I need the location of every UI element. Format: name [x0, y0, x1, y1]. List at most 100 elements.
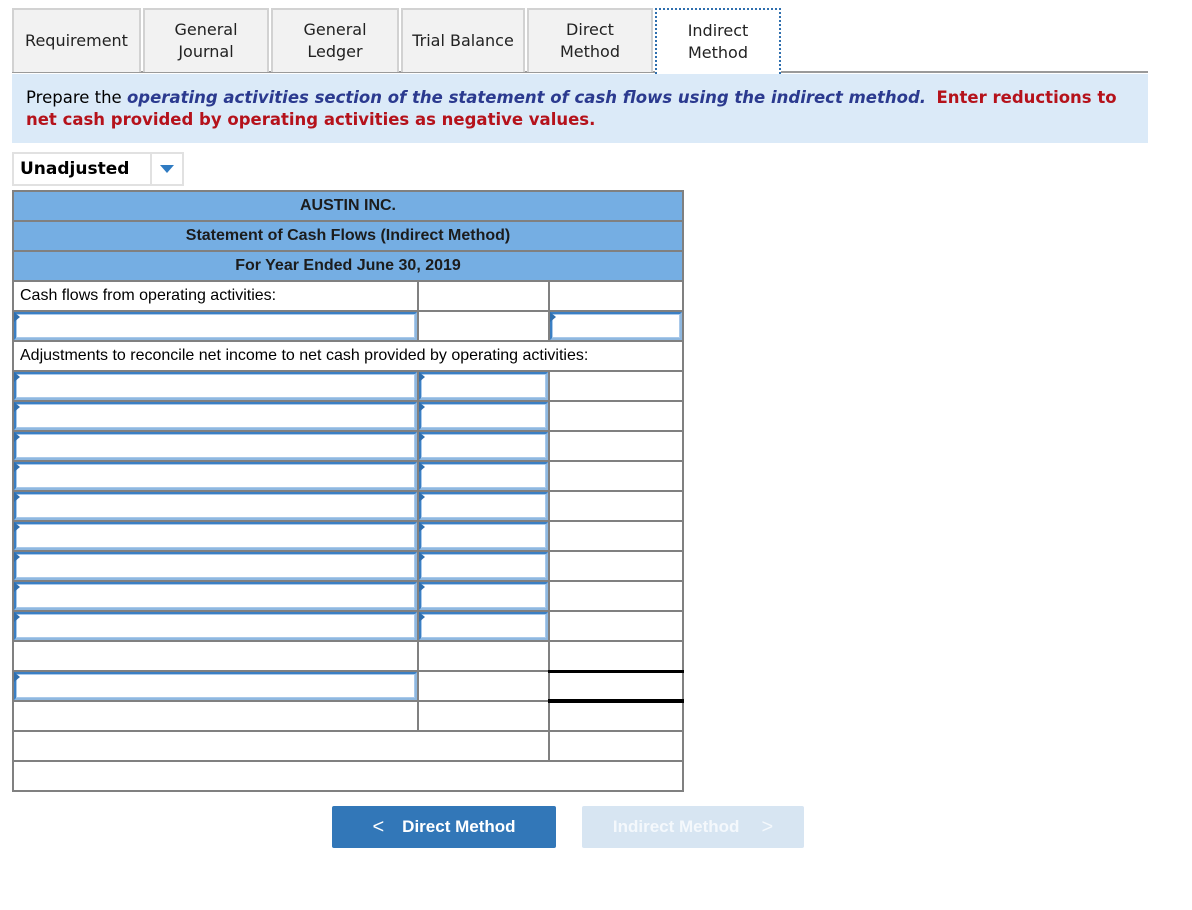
empty-cell	[548, 370, 684, 402]
next-button-label: Indirect Method	[612, 817, 740, 836]
empty-cell	[11, 730, 551, 762]
adjustment-label-field[interactable]	[16, 494, 415, 518]
adjustment-amount-input[interactable]	[418, 552, 549, 580]
empty-cell	[548, 700, 684, 732]
adjustment-label-field[interactable]	[16, 404, 415, 428]
empty-cell	[548, 550, 684, 582]
net-income-amount-field[interactable]	[552, 314, 680, 338]
adjustment-amount-input[interactable]	[418, 402, 549, 430]
adjustment-label-input[interactable]	[14, 462, 417, 490]
adjustment-amount-input[interactable]	[418, 522, 549, 550]
adjustment-row	[12, 580, 684, 612]
instruction-prefix: Prepare the	[26, 88, 127, 107]
adjustment-row	[12, 610, 684, 642]
company-name: AUSTIN INC.	[12, 190, 684, 222]
dropdown-flag-icon	[418, 492, 425, 502]
adjustment-label-input[interactable]	[14, 582, 417, 610]
empty-cell	[12, 760, 684, 792]
adjustment-row	[12, 460, 684, 492]
dropdown-flag-icon	[14, 432, 20, 442]
empty-cell	[548, 580, 684, 612]
instruction-emphasis: operating activities section of the stat…	[126, 88, 927, 107]
empty-cell	[548, 400, 684, 432]
empty-cell	[548, 490, 684, 522]
adjustment-label-field[interactable]	[16, 614, 415, 638]
table-row: Cash flows from operating activities:	[12, 280, 684, 312]
header-row: For Year Ended June 30, 2019	[12, 250, 684, 282]
next-indirect-method-button[interactable]: Indirect Method >	[582, 806, 804, 848]
statement-title: Statement of Cash Flows (Indirect Method…	[12, 220, 684, 252]
adjustment-row	[12, 430, 684, 462]
dropdown-arrow[interactable]	[150, 154, 182, 184]
adjustment-amount-field[interactable]	[420, 494, 547, 518]
tab-label: Direct Method	[559, 20, 620, 61]
tab-label: General Journal	[174, 20, 238, 61]
instruction-box: Prepare the operating activities section…	[12, 74, 1148, 143]
adjustment-amount-input[interactable]	[418, 432, 549, 460]
total-label-input[interactable]	[14, 672, 417, 700]
tab-general-journal[interactable]: General Journal	[143, 8, 269, 72]
empty-cell	[548, 640, 684, 672]
total-label-field[interactable]	[16, 674, 415, 698]
adjustment-amount-field[interactable]	[420, 524, 547, 548]
total-amount-cell	[548, 669, 684, 703]
empty-cell	[12, 640, 419, 672]
adjustment-label-field[interactable]	[16, 584, 415, 608]
dropdown-flag-icon	[418, 432, 425, 442]
adjustment-amount-input[interactable]	[418, 612, 549, 640]
tab-indirect-method[interactable]: Indirect Method	[655, 8, 781, 74]
statement-period: For Year Ended June 30, 2019	[12, 250, 684, 282]
total-row	[12, 669, 684, 703]
dropdown-flag-icon	[418, 582, 425, 592]
adjustment-amount-field[interactable]	[420, 464, 547, 488]
tab-bar: Requirement General Journal General Ledg…	[12, 8, 1148, 74]
empty-cell	[416, 310, 551, 342]
empty-cell	[548, 730, 684, 762]
adjustment-label-field[interactable]	[16, 434, 415, 458]
adjustment-amount-input[interactable]	[418, 372, 549, 400]
adjustment-row	[12, 550, 684, 582]
adjustment-label-input[interactable]	[14, 402, 417, 430]
adjustment-type-dropdown[interactable]: Unadjusted	[12, 152, 184, 186]
adjustment-amount-field[interactable]	[420, 434, 547, 458]
empty-cell	[548, 610, 684, 642]
tab-trial-balance[interactable]: Trial Balance	[401, 8, 525, 72]
adjustment-label-field[interactable]	[16, 374, 415, 398]
adjustment-label-input[interactable]	[14, 432, 417, 460]
table-row	[12, 760, 684, 792]
prev-direct-method-button[interactable]: < Direct Method	[332, 806, 556, 848]
caret-down-icon	[160, 165, 174, 173]
empty-cell	[416, 700, 551, 732]
adjustment-amount-input[interactable]	[418, 492, 549, 520]
adjustment-amount-input[interactable]	[418, 462, 549, 490]
adjustment-amount-field[interactable]	[420, 404, 547, 428]
tab-general-ledger[interactable]: General Ledger	[271, 8, 399, 72]
adjustment-label-input[interactable]	[14, 552, 417, 580]
adjustment-label-input[interactable]	[14, 522, 417, 550]
net-income-label-field[interactable]	[16, 314, 415, 338]
dropdown-flag-icon	[418, 612, 425, 622]
dropdown-flag-icon	[14, 312, 20, 322]
table-row	[12, 640, 684, 672]
net-income-amount-input[interactable]	[550, 312, 682, 340]
adjustment-amount-field[interactable]	[420, 554, 547, 578]
table-row: Adjustments to reconcile net income to n…	[12, 340, 684, 372]
adjustment-label-field[interactable]	[16, 524, 415, 548]
adjustment-label-input[interactable]	[14, 612, 417, 640]
adjustment-label-field[interactable]	[16, 464, 415, 488]
empty-cell	[548, 280, 684, 312]
dropdown-selected-value: Unadjusted	[20, 159, 130, 179]
adjustment-amount-field[interactable]	[420, 614, 547, 638]
adjustment-amount-field[interactable]	[420, 584, 547, 608]
tab-label: Trial Balance	[412, 31, 514, 50]
adjustment-amount-field[interactable]	[420, 374, 547, 398]
adjustment-amount-input[interactable]	[418, 582, 549, 610]
net-income-label-input[interactable]	[14, 312, 417, 340]
tab-requirement[interactable]: Requirement	[12, 8, 141, 72]
tab-direct-method[interactable]: Direct Method	[527, 8, 653, 72]
net-income-row	[12, 310, 684, 342]
adjustment-label-input[interactable]	[14, 372, 417, 400]
adjustment-label-field[interactable]	[16, 554, 415, 578]
dropdown-flag-icon	[14, 552, 20, 562]
adjustment-label-input[interactable]	[14, 492, 417, 520]
